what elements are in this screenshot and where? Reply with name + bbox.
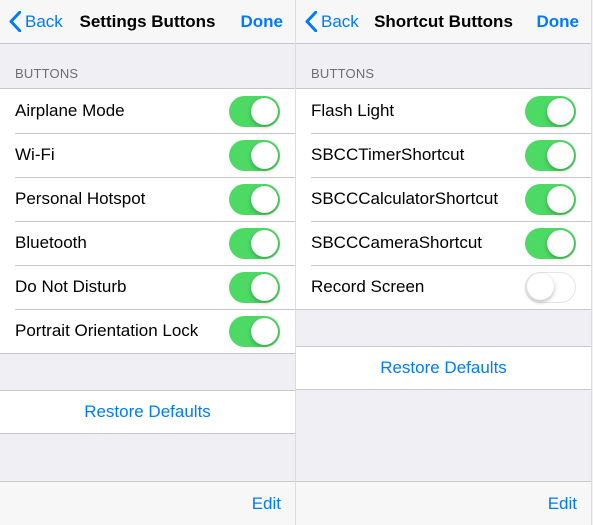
toggle-personal-hotspot[interactable] [229, 184, 280, 215]
row-label: Wi-Fi [15, 145, 229, 165]
row-wifi: Wi-Fi [0, 133, 295, 177]
spacer [296, 390, 591, 481]
page-title: Shortcut Buttons [374, 12, 513, 32]
toggle-timer-shortcut[interactable] [525, 140, 576, 171]
toggle-airplane-mode[interactable] [229, 96, 280, 127]
row-label: SBCCTimerShortcut [311, 145, 525, 165]
navbar: Back Shortcut Buttons Done [296, 0, 591, 44]
spacer [296, 310, 591, 346]
restore-defaults-button[interactable]: Restore Defaults [0, 390, 295, 434]
toggle-camera-shortcut[interactable] [525, 228, 576, 259]
edit-button[interactable]: Edit [252, 494, 281, 514]
row-bluetooth: Bluetooth [0, 221, 295, 265]
back-button[interactable]: Back [8, 11, 78, 32]
row-personal-hotspot: Personal Hotspot [0, 177, 295, 221]
buttons-list: Flash Light SBCCTimerShortcut SBCCCalcul… [296, 88, 591, 310]
switch-knob [251, 274, 278, 301]
switch-knob [527, 273, 554, 300]
switch-knob [547, 142, 574, 169]
switch-knob [251, 318, 278, 345]
toggle-bluetooth[interactable] [229, 228, 280, 259]
back-label: Back [321, 12, 359, 32]
edit-button[interactable]: Edit [548, 494, 577, 514]
settings-buttons-screen: Back Settings Buttons Done Buttons Airpl… [0, 0, 296, 525]
back-label: Back [25, 12, 63, 32]
row-portrait-lock: Portrait Orientation Lock [0, 309, 295, 353]
spacer [0, 434, 295, 481]
switch-knob [251, 142, 278, 169]
switch-knob [251, 186, 278, 213]
chevron-left-icon [8, 11, 21, 32]
group-header: Buttons [296, 44, 591, 88]
group-header: Buttons [0, 44, 295, 88]
row-camera-shortcut: SBCCCameraShortcut [296, 221, 591, 265]
done-button[interactable]: Done [513, 12, 583, 32]
toggle-calculator-shortcut[interactable] [525, 184, 576, 215]
switch-knob [547, 230, 574, 257]
switch-knob [251, 98, 278, 125]
row-label: Personal Hotspot [15, 189, 229, 209]
toggle-wifi[interactable] [229, 140, 280, 171]
toggle-flashlight[interactable] [525, 96, 576, 127]
restore-defaults-button[interactable]: Restore Defaults [296, 346, 591, 390]
row-record-screen: Record Screen [296, 265, 591, 309]
page-title: Settings Buttons [78, 12, 217, 32]
toolbar: Edit [296, 481, 591, 525]
chevron-left-icon [304, 11, 317, 32]
shortcut-buttons-screen: Back Shortcut Buttons Done Buttons Flash… [296, 0, 592, 525]
switch-knob [547, 98, 574, 125]
row-label: Bluetooth [15, 233, 229, 253]
row-label: SBCCCalculatorShortcut [311, 189, 525, 209]
row-timer-shortcut: SBCCTimerShortcut [296, 133, 591, 177]
row-label: SBCCCameraShortcut [311, 233, 525, 253]
row-label: Airplane Mode [15, 101, 229, 121]
navbar: Back Settings Buttons Done [0, 0, 295, 44]
back-button[interactable]: Back [304, 11, 374, 32]
switch-knob [251, 230, 278, 257]
row-label: Record Screen [311, 277, 525, 297]
toggle-record-screen[interactable] [525, 272, 576, 303]
row-calculator-shortcut: SBCCCalculatorShortcut [296, 177, 591, 221]
buttons-list: Airplane Mode Wi-Fi Personal Hotspot Blu… [0, 88, 295, 354]
toggle-portrait-lock[interactable] [229, 316, 280, 347]
switch-knob [547, 186, 574, 213]
row-label: Portrait Orientation Lock [15, 321, 229, 341]
row-label: Flash Light [311, 101, 525, 121]
toolbar: Edit [0, 481, 295, 525]
row-airplane-mode: Airplane Mode [0, 89, 295, 133]
row-label: Do Not Disturb [15, 277, 229, 297]
toggle-do-not-disturb[interactable] [229, 272, 280, 303]
spacer [0, 354, 295, 390]
row-do-not-disturb: Do Not Disturb [0, 265, 295, 309]
row-flashlight: Flash Light [296, 89, 591, 133]
done-button[interactable]: Done [217, 12, 287, 32]
